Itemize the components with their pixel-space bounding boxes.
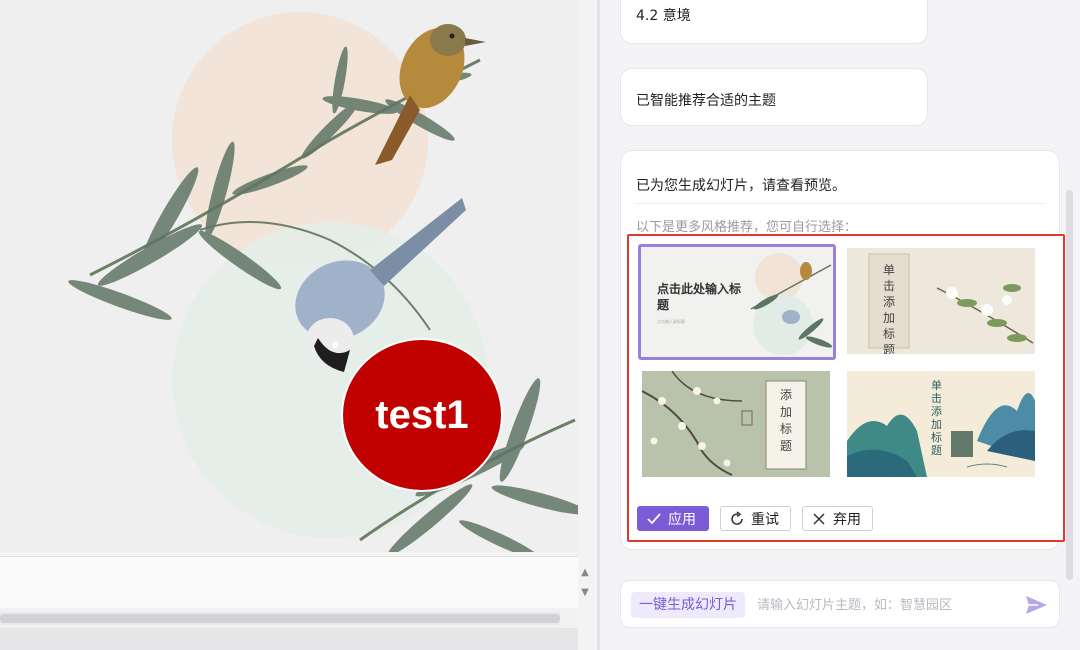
- theme-title: 添加标题: [780, 388, 793, 453]
- result-message: 已为您生成幻灯片，请查看预览。 以下是更多风格推荐，您可自行选择： 点击此处输入…: [620, 150, 1065, 550]
- test1-shape[interactable]: test1: [341, 338, 503, 492]
- theme-subtitle: 点击输入副标题: [657, 319, 685, 324]
- retry-label: 重试: [751, 511, 779, 528]
- result-text: 已为您生成幻灯片，请查看预览。: [636, 178, 846, 194]
- apply-button[interactable]: 应用: [637, 506, 709, 531]
- close-icon: [813, 512, 825, 525]
- slide-background-art: [68, 12, 578, 552]
- scroll-up-icon[interactable]: ▲: [578, 566, 592, 580]
- retry-button[interactable]: 重试: [720, 506, 791, 531]
- apply-label: 应用: [668, 511, 696, 528]
- theme-title: 点击此处输入标题: [657, 282, 742, 312]
- message-text: 4.2 意境: [636, 8, 691, 24]
- slide-canvas[interactable]: test1: [0, 0, 578, 552]
- theme-card-plum-blossom[interactable]: 添加标题: [642, 371, 830, 477]
- theme-card-bird-bamboo[interactable]: 点击此处输入标题 点击输入副标题: [638, 244, 836, 360]
- theme-card-white-flowers[interactable]: 单击添加标题: [847, 248, 1035, 354]
- theme-title: 单击添加标题: [931, 379, 942, 457]
- scroll-thumb[interactable]: [0, 614, 560, 623]
- message-text: 已智能推荐合适的主题: [636, 93, 776, 109]
- discard-label: 弃用: [833, 511, 861, 528]
- prompt-input[interactable]: [757, 593, 1007, 617]
- send-icon[interactable]: [1023, 593, 1049, 617]
- horizontal-scrollbar[interactable]: [0, 612, 560, 625]
- quick-generate-tag[interactable]: 一键生成幻灯片: [631, 592, 745, 618]
- refresh-icon: [731, 510, 743, 525]
- chat-message: 已智能推荐合适的主题: [620, 68, 928, 126]
- recommend-subtext: 以下是更多风格推荐，您可自行选择：: [636, 220, 858, 235]
- scroll-down-icon[interactable]: ▼: [578, 586, 592, 600]
- discard-button[interactable]: 弃用: [802, 506, 873, 531]
- chat-message: 4.2 意境: [620, 0, 928, 44]
- notes-area[interactable]: [0, 556, 578, 608]
- shape-text: test1: [375, 392, 469, 437]
- theme-card-blue-landscape[interactable]: 单击添加标题: [847, 371, 1035, 477]
- theme-title: 单击添加标题: [883, 263, 896, 354]
- assistant-panel: 4.2 意境 已智能推荐合适的主题 已为您生成幻灯片，请查看预览。 以下是更多风…: [600, 0, 1080, 650]
- status-bar: [0, 628, 578, 650]
- theme-recommendations: 点击此处输入标题 点击输入副标题 单击添加标题 添加标题 单击添加标题 应用 重…: [627, 234, 1065, 542]
- check-icon: [647, 512, 661, 524]
- prompt-input-box: 一键生成幻灯片: [620, 580, 1060, 628]
- divider: [636, 203, 1044, 204]
- panel-scrollbar[interactable]: [1066, 190, 1073, 580]
- slide-editor: test1: [0, 0, 578, 650]
